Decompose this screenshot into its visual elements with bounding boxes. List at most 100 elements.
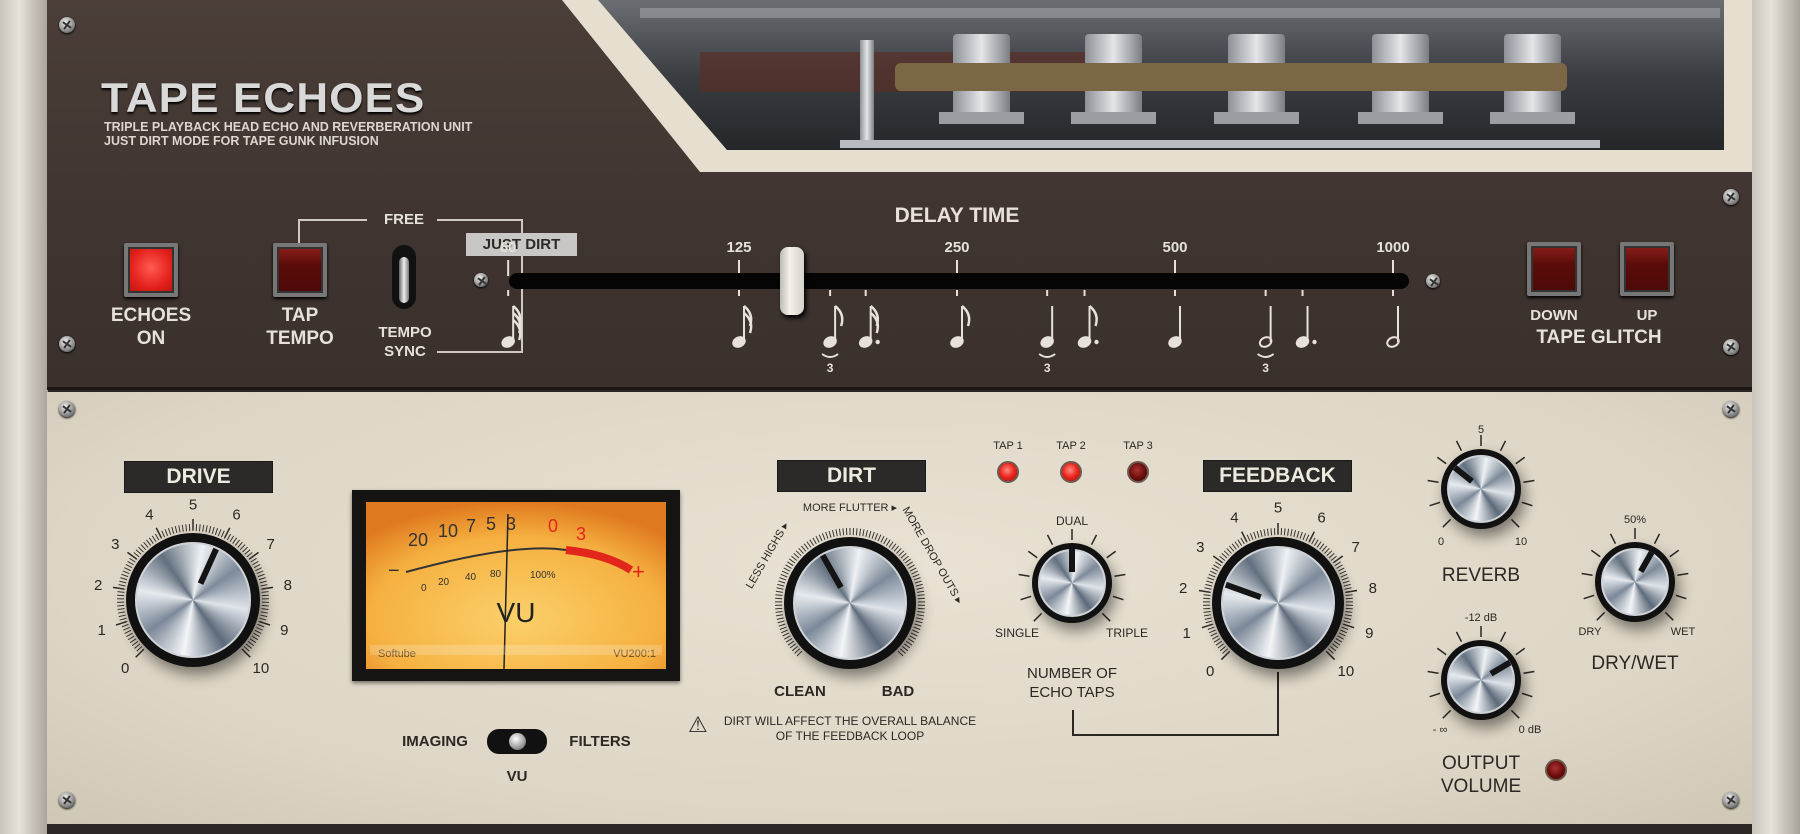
reverb-tick: [1499, 440, 1507, 452]
feedback-scale-label: 3: [1196, 539, 1204, 556]
dry-wet-tick: [1609, 533, 1617, 545]
reverb-tick: [1521, 501, 1533, 507]
drive-scale-label: 3: [111, 536, 119, 553]
less-highs-label: LESS HIGHS ▸: [744, 520, 792, 591]
output-volume-tick: [1515, 647, 1526, 656]
tap-1-led: [997, 461, 1019, 483]
feedback-knob[interactable]: [1212, 537, 1344, 669]
reverb-knob[interactable]: [1441, 449, 1521, 529]
dry-wet-tick: [1596, 611, 1606, 621]
warning-line-2: OF THE FEEDBACK LOOP: [775, 729, 925, 743]
warning-icon: ⚠: [688, 712, 708, 737]
switch-knob: [509, 733, 526, 750]
output-volume-tick: [1427, 670, 1439, 675]
dry-wet-tick: [1664, 611, 1674, 621]
more-flutter-label: MORE FLUTTER ▸: [803, 502, 898, 514]
feedback-scale-label: 4: [1230, 510, 1238, 527]
clean-label: CLEAN: [774, 683, 826, 700]
knob-cap: [1221, 546, 1335, 660]
vu-meter-face: 20 10 7 5 3 0 3 − + 0 20 40 80 100% VU S…: [366, 502, 666, 670]
echo-taps-tick: [1106, 550, 1117, 559]
echo-taps-knob[interactable]: [1032, 543, 1112, 623]
vu-db-plus3: 3: [576, 524, 586, 544]
vu-db-10: 10: [438, 521, 458, 541]
output-volume-tick: [1429, 692, 1441, 698]
meter-mode-switch[interactable]: [487, 729, 547, 754]
output-max-label: 0 dB: [1519, 724, 1542, 736]
vu-meter: 20 10 7 5 3 0 3 − + 0 20 40 80 100% VU S…: [352, 490, 680, 681]
reverb-tick: [1455, 440, 1463, 452]
vu-db-0: 0: [548, 516, 558, 536]
output-volume-knob[interactable]: [1441, 640, 1521, 720]
knob-cap: [135, 542, 251, 658]
feedback-scale-label: 8: [1369, 580, 1377, 597]
output-min-label: - ∞: [1433, 724, 1448, 736]
dry-wet-tick: [1581, 572, 1593, 577]
drive-scale-label: 5: [189, 496, 197, 513]
dry-wet-knob[interactable]: [1595, 542, 1675, 622]
dry-wet-tick: [1583, 594, 1595, 600]
drive-label: DRIVE: [125, 462, 272, 492]
triple-label: TRIPLE: [1106, 626, 1148, 640]
dry-label: DRY: [1578, 626, 1602, 638]
drive-scale-label: 2: [94, 577, 102, 594]
echo-taps-tick: [1112, 595, 1124, 601]
reverb-tick: [1429, 501, 1441, 507]
output-volume-tick: [1521, 692, 1533, 698]
echo-taps-tick: [1020, 595, 1032, 601]
reverb-max-label: 10: [1515, 536, 1527, 548]
drive-scale-label: 4: [145, 507, 153, 524]
vu-db-7: 7: [466, 516, 476, 536]
echo-taps-tick: [1046, 534, 1054, 546]
feedback-scale-label: 5: [1274, 499, 1282, 516]
dirt-label: DIRT: [778, 461, 925, 491]
echo-taps-tick: [1101, 612, 1111, 622]
dry-wet-tick: [1675, 594, 1687, 600]
reverb-tick: [1523, 479, 1535, 484]
reverb-tick: [1442, 518, 1452, 528]
reverb-tick: [1510, 518, 1520, 528]
output-volume-label: OUTPUT VOLUME: [1421, 752, 1541, 798]
dirt-warning: DIRT WILL AFFECT THE OVERALL BALANCE OF T…: [715, 714, 985, 744]
echo-taps-tick: [1114, 573, 1126, 578]
vu-pct-100: 100%: [530, 570, 556, 581]
tap-2-led: [1060, 461, 1082, 483]
taps-feedback-bracket: [1072, 672, 1279, 736]
tap-2-label: TAP 2: [1056, 440, 1086, 452]
tap-3-led: [1127, 461, 1149, 483]
vu-db-5: 5: [486, 514, 496, 534]
reverb-tick: [1436, 456, 1447, 465]
dry-wet-tick: [1653, 533, 1661, 545]
knob-scales: 0 1 2 3 4 5 6 7 8 9 10 0 1 2 3 4 5 6 7 8 9 10 DUAL SINGLE TRIPLE…: [94, 424, 1695, 736]
drive-knob[interactable]: [126, 533, 260, 667]
volume-word: VOLUME: [1440, 776, 1522, 797]
drive-scale-label: 9: [280, 622, 288, 639]
drive-scale-label: 1: [98, 622, 106, 639]
feedback-scale-label: 1: [1183, 625, 1191, 642]
dry-wet-mid-label: 50%: [1624, 514, 1646, 526]
vu-pct-80: 80: [490, 569, 502, 580]
vu-label: VU: [497, 597, 536, 628]
feedback-scale-label: 6: [1317, 510, 1325, 527]
output-word: OUTPUT: [1441, 753, 1521, 774]
imaging-label: IMAGING: [402, 733, 468, 750]
dual-label: DUAL: [1056, 514, 1088, 528]
echo-taps-tick: [1090, 534, 1098, 546]
knob-cap: [1446, 645, 1516, 715]
feedback-scale-label: 10: [1338, 663, 1355, 680]
drive-scale-label: 10: [253, 660, 270, 677]
feedback-scale-label: 9: [1365, 625, 1373, 642]
reverb-min-label: 0: [1438, 536, 1444, 548]
output-volume-tick: [1510, 709, 1520, 719]
feedback-label: FEEDBACK: [1204, 461, 1351, 491]
drive-scale-label: 0: [121, 660, 129, 677]
dirt-knob[interactable]: [784, 537, 916, 669]
vu-pct-20: 20: [438, 577, 450, 588]
knob-cap: [793, 546, 907, 660]
filters-label: FILTERS: [569, 733, 631, 750]
dry-wet-tick: [1590, 549, 1601, 558]
output-volume-tick: [1523, 670, 1535, 675]
output-volume-tick: [1499, 631, 1507, 643]
warning-line-1: DIRT WILL AFFECT THE OVERALL BALANCE: [723, 714, 977, 728]
vu-pct-40: 40: [465, 572, 477, 583]
